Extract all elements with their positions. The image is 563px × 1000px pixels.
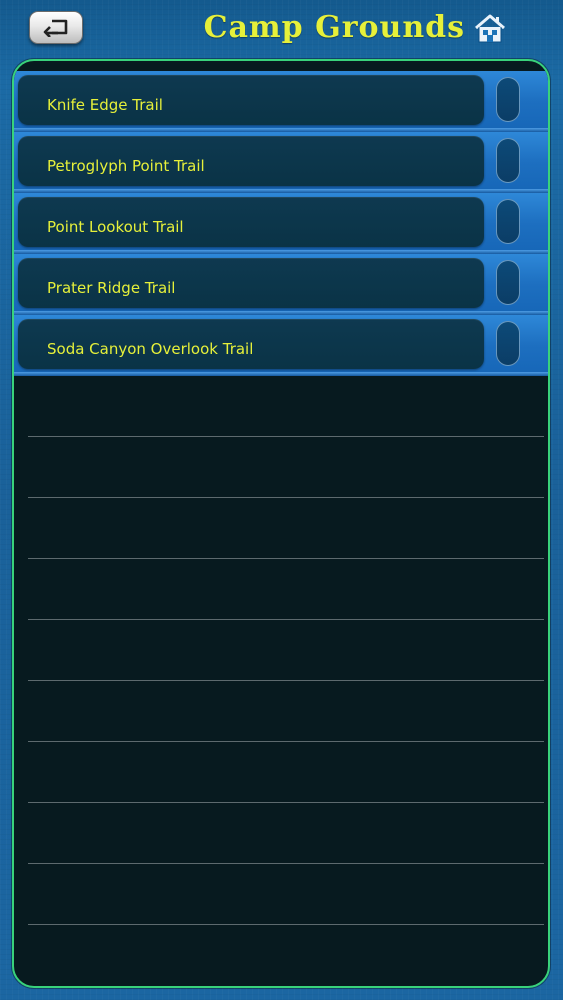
list-item[interactable]: Point Lookout Trail <box>14 193 548 254</box>
page-title: Camp Grounds <box>203 10 465 45</box>
empty-row <box>28 498 544 559</box>
list-item-toggle[interactable] <box>496 138 520 183</box>
list-item-body: Knife Edge Trail <box>18 75 484 125</box>
list-item-toggle[interactable] <box>496 77 520 122</box>
list-item-label: Prater Ridge Trail <box>47 279 176 297</box>
list-item-toggle[interactable] <box>496 260 520 305</box>
list-item-label: Knife Edge Trail <box>47 96 163 114</box>
list-item-body: Prater Ridge Trail <box>18 258 484 308</box>
home-icon[interactable] <box>473 13 507 45</box>
list-item-body: Soda Canyon Overlook Trail <box>18 319 484 369</box>
empty-list-rows <box>14 376 548 925</box>
empty-row <box>28 376 544 437</box>
list-item-body: Point Lookout Trail <box>18 197 484 247</box>
list-item[interactable]: Knife Edge Trail <box>14 71 548 132</box>
list-item-label: Petroglyph Point Trail <box>47 157 205 175</box>
trail-list: Knife Edge Trail Petroglyph Point Trail … <box>14 71 548 376</box>
list-item-label: Soda Canyon Overlook Trail <box>47 340 254 358</box>
empty-row <box>28 742 544 803</box>
empty-row <box>28 559 544 620</box>
back-arrow-icon <box>43 19 69 37</box>
list-item-toggle[interactable] <box>496 199 520 244</box>
list-item-toggle[interactable] <box>496 321 520 366</box>
trail-list-panel: Knife Edge Trail Petroglyph Point Trail … <box>12 59 550 988</box>
back-button[interactable] <box>29 11 83 44</box>
list-item-body: Petroglyph Point Trail <box>18 136 484 186</box>
header-bar: Camp Grounds <box>0 0 563 58</box>
empty-row <box>28 803 544 864</box>
empty-row <box>28 864 544 925</box>
empty-row <box>28 437 544 498</box>
list-item[interactable]: Soda Canyon Overlook Trail <box>14 315 548 376</box>
list-item-label: Point Lookout Trail <box>47 218 184 236</box>
list-item[interactable]: Prater Ridge Trail <box>14 254 548 315</box>
list-item[interactable]: Petroglyph Point Trail <box>14 132 548 193</box>
empty-row <box>28 620 544 681</box>
empty-row <box>28 681 544 742</box>
